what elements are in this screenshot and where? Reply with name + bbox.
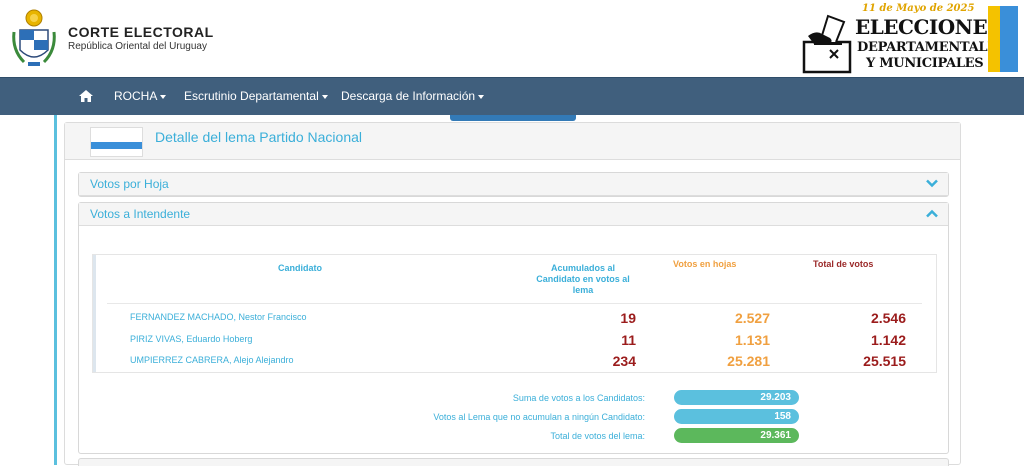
election-date: 11 de Mayo de 2025 [862, 3, 975, 14]
total-votes: 1.142 [870, 332, 906, 348]
flag-stripe-middle [91, 142, 142, 149]
logo-blue-bar [1000, 6, 1018, 72]
sum-candidates-value: 29.203 [674, 390, 799, 405]
candidate-name: PIRIZ VIVAS, Eduardo Hoberg [130, 334, 253, 344]
left-accent-rule [54, 115, 57, 465]
sheet-votes: 1.131 [734, 332, 770, 348]
nav-descarga-dropdown[interactable]: Descarga de Información [341, 89, 485, 103]
org-subtitle: República Oriental del Uruguay [68, 41, 207, 52]
accumulated-votes: 234 [612, 353, 636, 369]
table-row: UMPIERREZ CABRERA, Alejo Alejandro 234 2… [93, 351, 936, 371]
flag-stripe-bottom [91, 149, 142, 156]
header-candidate: Candidato [278, 263, 322, 273]
logo-yellow-bar [988, 6, 1000, 72]
candidates-table: Candidato Acumulados al Candidato en vot… [92, 254, 937, 373]
table-row: FERNANDEZ MACHADO, Nestor Francisco 19 2… [93, 308, 936, 328]
non-accumulating-value: 158 [674, 409, 799, 424]
accordion-header-votos-a-intendente[interactable]: Votos a Intendente [79, 203, 948, 226]
sheet-votes: 25.281 [727, 353, 770, 369]
header-total: Total de votos [813, 259, 874, 269]
panel-title: Detalle del lema Partido Nacional [155, 129, 362, 145]
total-votes: 2.546 [870, 310, 906, 326]
caret-down-icon [321, 94, 328, 99]
candidate-name: FERNANDEZ MACHADO, Nestor Francisco [130, 312, 307, 322]
election-title-line2: DEPARTAMENTALES [857, 40, 1006, 55]
chevron-up-icon[interactable] [926, 209, 938, 218]
table-row: PIRIZ VIVAS, Eduardo Hoberg 11 1.131 1.1… [93, 330, 936, 350]
home-icon[interactable] [78, 88, 94, 104]
nav-department-dropdown[interactable]: ROCHA [114, 89, 167, 103]
coat-of-arms-icon [12, 9, 56, 66]
non-accumulating-label: Votos al Lema que no acumulan a ningún C… [433, 412, 645, 422]
accordion-title: Votos por Hoja [90, 177, 169, 191]
table-divider [107, 303, 922, 304]
party-flag [90, 127, 143, 157]
total-lema-value: 29.361 [674, 428, 799, 443]
nav-escrutinio-label: Escrutinio Departamental [184, 89, 319, 103]
chevron-down-icon[interactable] [926, 179, 938, 188]
accumulated-votes: 11 [621, 332, 636, 348]
accordion-title: Votos a Intendente [90, 207, 191, 221]
org-title: CORTE ELECTORAL [68, 24, 214, 40]
header-accumulated: Acumulados al Candidato en votos al lema [536, 263, 630, 295]
caret-down-icon [160, 94, 167, 99]
election-title-line1: ELECCIONES [855, 15, 1002, 39]
nav-escrutinio-dropdown[interactable]: Escrutinio Departamental [184, 89, 328, 103]
header-sheet-votes: Votos en hojas [673, 259, 737, 269]
panel-heading: Detalle del lema Partido Nacional [65, 123, 960, 160]
sheet-votes: 2.527 [734, 310, 770, 326]
accordion-votos-por-hoja: Votos por Hoja [78, 172, 949, 197]
accordion-votos-a-intendente: Votos a Intendente Candidato Acumulados … [78, 202, 949, 454]
ballot-box-icon [802, 14, 852, 74]
sum-candidates-label: Suma de votos a los Candidatos: [512, 393, 645, 403]
flag-stripe-top [91, 128, 142, 142]
total-lema-label: Total de votos del lema: [550, 431, 645, 441]
nav-descarga-label: Descarga de Información [341, 89, 476, 103]
lema-detail-panel: Detalle del lema Partido Nacional Votos … [64, 122, 961, 466]
caret-down-icon [478, 94, 485, 99]
nav-department-label: ROCHA [114, 89, 158, 103]
site-header: CORTE ELECTORAL República Oriental del U… [0, 0, 1024, 77]
election-title-line3: Y MUNICIPALES [866, 56, 984, 71]
main-navbar: ROCHA Escrutinio Departamental Descarga … [0, 77, 1024, 115]
candidate-name: UMPIERREZ CABRERA, Alejo Alejandro [130, 355, 294, 365]
accumulated-votes: 19 [620, 310, 636, 326]
accordion-header-votos-por-hoja[interactable]: Votos por Hoja [79, 173, 948, 196]
total-votes: 25.515 [863, 353, 906, 369]
nav-tab-indicator [450, 115, 576, 121]
